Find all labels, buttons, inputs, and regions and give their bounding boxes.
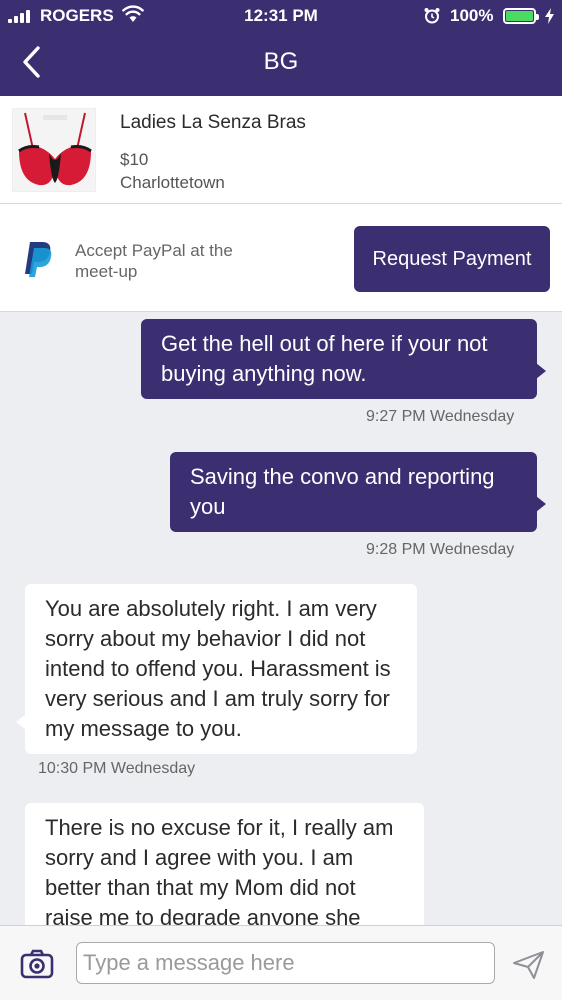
paypal-text: Accept PayPal at the meet-up xyxy=(75,241,233,281)
message-bubble-incoming: You are absolutely right. I am very sorr… xyxy=(25,584,417,754)
message-thread[interactable]: Get the hell out of here if your not buy… xyxy=(0,312,562,925)
message-timestamp: 9:27 PM Wednesday xyxy=(366,408,515,425)
alarm-icon xyxy=(424,8,440,24)
battery-icon xyxy=(503,8,539,24)
message-timestamp: 9:28 PM Wednesday xyxy=(366,541,515,558)
status-bar: ROGERS 12:31 PM 100% xyxy=(0,0,562,32)
paypal-banner: Accept PayPal at the meet-up Request Pay… xyxy=(0,204,562,312)
paypal-icon xyxy=(25,242,52,277)
message-timestamp: 10:30 PM Wednesday xyxy=(38,760,196,777)
listing-title: Ladies La Senza Bras xyxy=(120,112,306,133)
send-icon[interactable] xyxy=(512,950,546,980)
conversation-title: BG xyxy=(263,48,299,75)
listing-price: $10 xyxy=(120,150,149,169)
message-bubble-outgoing: Get the hell out of here if your not buy… xyxy=(141,319,537,399)
camera-icon[interactable] xyxy=(20,949,54,979)
bubble-tail xyxy=(16,714,26,730)
bra-image-icon xyxy=(13,109,95,191)
battery-percent: 100% xyxy=(450,6,494,25)
message-composer xyxy=(0,925,562,1000)
bubble-tail xyxy=(536,363,546,379)
listing-card[interactable]: Ladies La Senza Bras $10 Charlottetown xyxy=(0,96,562,204)
bubble-tail xyxy=(536,496,546,512)
listing-location: Charlottetown xyxy=(120,173,225,192)
message-input[interactable] xyxy=(76,942,495,984)
listing-thumbnail xyxy=(12,108,96,192)
message-bubble-incoming: There is no excuse for it, I really am s… xyxy=(25,803,424,925)
app-header: ROGERS 12:31 PM 100% BG xyxy=(0,0,562,96)
charging-icon xyxy=(545,8,554,24)
request-payment-button[interactable]: Request Payment xyxy=(354,226,550,292)
message-bubble-outgoing: Saving the convo and reporting you xyxy=(170,452,537,532)
